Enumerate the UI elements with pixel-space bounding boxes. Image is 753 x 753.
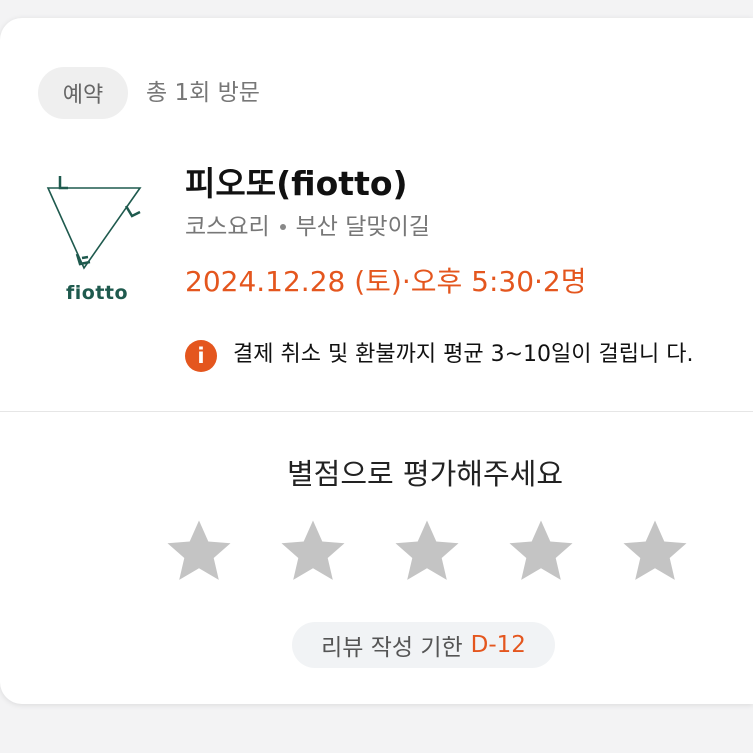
rating-title: 별점으로 평가해주세요 bbox=[286, 457, 564, 491]
booking-summary: 2024.12.28 (토)·오후 5:30·2명 bbox=[185, 265, 587, 298]
visit-count: 총 1회 방문 bbox=[146, 80, 260, 106]
reservation-card: 예약 총 1회 방문 fiotto 피오또(fiotto) 코스요리 부산 달맞… bbox=[0, 18, 753, 704]
star-rating bbox=[163, 516, 691, 588]
shop-location: 부산 달맞이길 bbox=[295, 214, 430, 240]
star-icon-1[interactable] bbox=[163, 516, 235, 588]
review-deadline-value: D-12 bbox=[470, 632, 526, 658]
shop-logo-text: fiotto bbox=[66, 282, 129, 304]
star-icon-5[interactable] bbox=[619, 516, 691, 588]
review-deadline-chip: 리뷰 작성 기한 D-12 bbox=[292, 622, 555, 668]
shop-meta: 코스요리 부산 달맞이길 bbox=[185, 210, 430, 244]
divider bbox=[0, 411, 753, 412]
shop-name[interactable]: 피오또(fiotto) bbox=[185, 164, 408, 204]
star-icon-3[interactable] bbox=[391, 516, 463, 588]
star-icon-2[interactable] bbox=[277, 516, 349, 588]
shop-category: 코스요리 bbox=[185, 214, 270, 240]
refund-notice: i 결제 취소 및 환불까지 평균 3~10일이 걸립니 다. bbox=[185, 336, 705, 374]
refund-notice-text: 결제 취소 및 환불까지 평균 3~10일이 걸립니 다. bbox=[233, 342, 694, 367]
reservation-badge: 예약 bbox=[38, 67, 128, 119]
separator-dot bbox=[279, 224, 286, 230]
star-icon-4[interactable] bbox=[505, 516, 577, 588]
review-deadline-label: 리뷰 작성 기한 bbox=[321, 635, 463, 661]
info-icon: i bbox=[185, 340, 217, 372]
reservation-badge-label: 예약 bbox=[62, 83, 104, 108]
